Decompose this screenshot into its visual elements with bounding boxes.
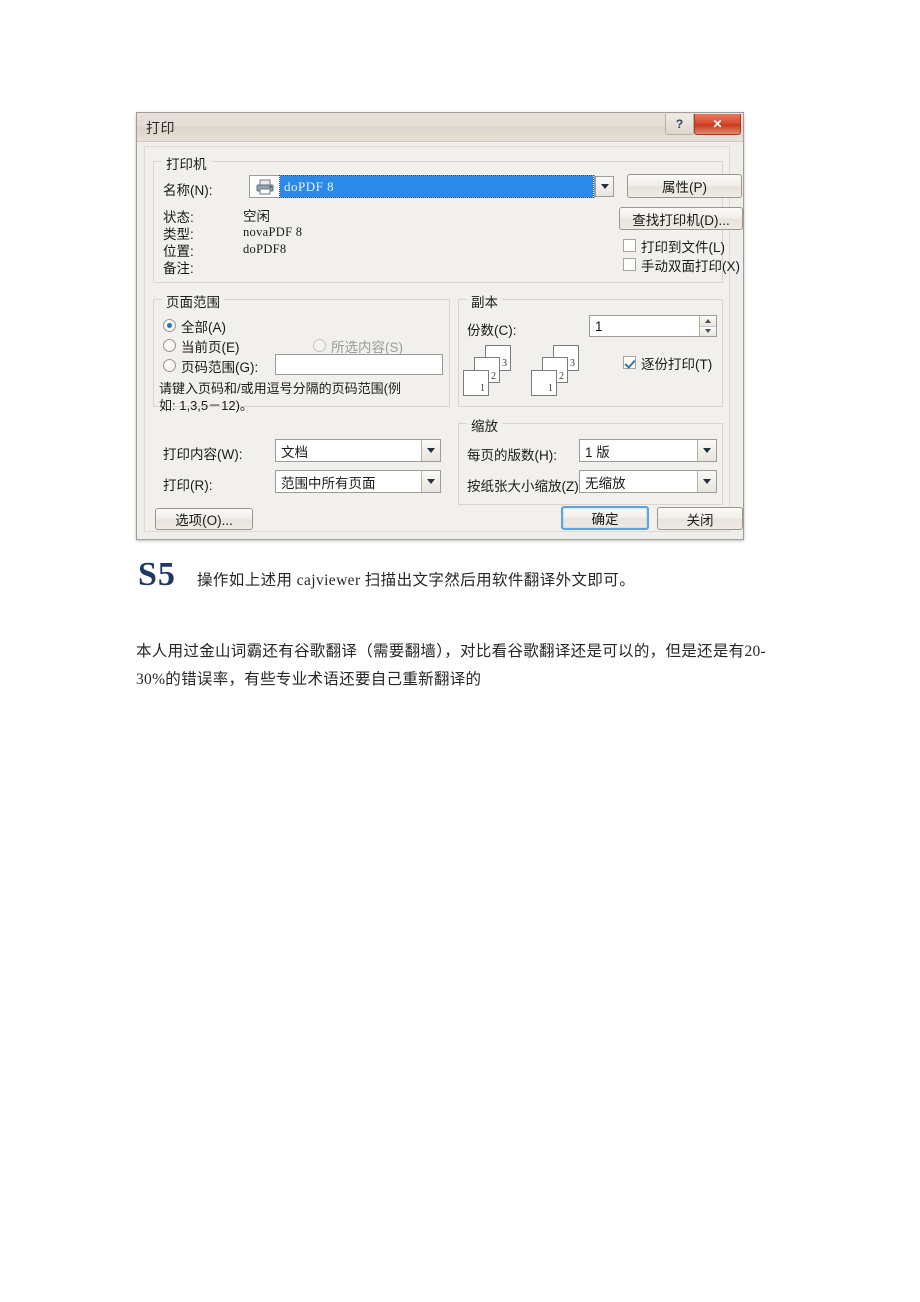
options-button[interactable]: 选项(O)... bbox=[155, 508, 253, 530]
copies-count-value: 1 bbox=[595, 318, 603, 334]
copies-spin-buttons[interactable] bbox=[699, 316, 716, 336]
printer-comment-label: 备注: bbox=[163, 261, 194, 276]
print-content-dropdown-arrow[interactable] bbox=[421, 440, 440, 461]
chevron-down-icon bbox=[427, 479, 435, 484]
print-to-file-label: 打印到文件(L) bbox=[641, 240, 725, 255]
dialog-titlebar[interactable]: 打印 ? ✕ bbox=[137, 113, 743, 142]
chevron-down-icon bbox=[600, 184, 609, 189]
scale-to-paper-value: 无缩放 bbox=[585, 475, 626, 491]
page-number-1: 1 bbox=[480, 383, 485, 394]
print-dialog: 打印 ? ✕ 打印机 名称(N): doPDF 8 属性(P) 查找打印机(D)… bbox=[136, 112, 744, 540]
collate-illustration-2: 3 2 1 bbox=[531, 345, 581, 399]
collate-checkbox[interactable] bbox=[623, 356, 636, 369]
page-sheet bbox=[463, 370, 489, 396]
dialog-inner-frame: 打印机 名称(N): doPDF 8 属性(P) 查找打印机(D)... 状态:… bbox=[144, 146, 743, 532]
page-number-2: 2 bbox=[491, 371, 496, 382]
spin-up-button[interactable] bbox=[700, 316, 716, 327]
printer-name-combo[interactable]: doPDF 8 bbox=[249, 175, 595, 198]
print-range-dropdown-arrow[interactable] bbox=[421, 471, 440, 492]
pages-per-sheet-dropdown-arrow[interactable] bbox=[697, 440, 716, 461]
page-range-group-legend: 页面范围 bbox=[162, 291, 224, 311]
collate-illustration-1: 3 2 1 bbox=[463, 345, 513, 399]
step-description: 操作如上述用 cajviewer 扫描出文字然后用软件翻译外文即可。 bbox=[197, 572, 636, 589]
scale-to-paper-label: 按纸张大小缩放(Z): bbox=[467, 479, 583, 494]
zoom-group-legend: 缩放 bbox=[467, 415, 502, 435]
window-controls: ? ✕ bbox=[665, 114, 741, 136]
page-range-hint-line2: 如: 1,3,5－12)。 bbox=[159, 398, 253, 413]
collate-label: 逐份打印(T) bbox=[641, 357, 713, 372]
printer-properties-button[interactable]: 属性(P) bbox=[627, 174, 742, 198]
print-range-label: 打印(R): bbox=[163, 478, 213, 493]
dialog-title: 打印 bbox=[146, 120, 175, 136]
scale-to-paper-combo[interactable]: 无缩放 bbox=[579, 470, 717, 493]
close-icon[interactable]: ✕ bbox=[694, 114, 741, 135]
print-content-label: 打印内容(W): bbox=[163, 447, 243, 462]
copies-group-legend: 副本 bbox=[467, 291, 502, 311]
scale-to-paper-dropdown-arrow[interactable] bbox=[697, 471, 716, 492]
printer-type-value: novaPDF 8 bbox=[243, 225, 303, 239]
page-number-1: 1 bbox=[548, 383, 553, 394]
print-to-file-checkbox[interactable] bbox=[623, 239, 636, 252]
copies-count-label: 份数(C): bbox=[467, 323, 517, 338]
triangle-up-icon bbox=[705, 318, 711, 323]
radio-page-range[interactable] bbox=[163, 359, 176, 372]
radio-current-page[interactable] bbox=[163, 339, 176, 352]
print-content-value: 文档 bbox=[281, 444, 308, 460]
pages-per-sheet-value: 1 版 bbox=[585, 444, 610, 460]
page-number-3: 3 bbox=[570, 358, 575, 369]
spin-down-button[interactable] bbox=[700, 326, 716, 336]
copies-count-spinner[interactable]: 1 bbox=[589, 315, 717, 337]
ok-button[interactable]: 确定 bbox=[561, 506, 649, 530]
radio-current-page-label: 当前页(E) bbox=[181, 340, 240, 355]
find-printer-button[interactable]: 查找打印机(D)... bbox=[619, 207, 743, 230]
printer-name-label: 名称(N): bbox=[163, 183, 213, 198]
radio-page-range-label: 页码范围(G): bbox=[181, 360, 259, 375]
printer-status-value: 空闲 bbox=[243, 209, 270, 224]
chevron-down-icon bbox=[703, 448, 711, 453]
printer-name-value: doPDF 8 bbox=[279, 175, 594, 198]
print-content-combo[interactable]: 文档 bbox=[275, 439, 441, 462]
print-range-value: 范围中所有页面 bbox=[281, 475, 376, 491]
page-number-2: 2 bbox=[559, 371, 564, 382]
chevron-down-icon bbox=[427, 448, 435, 453]
triangle-down-icon bbox=[705, 329, 711, 334]
pages-per-sheet-combo[interactable]: 1 版 bbox=[579, 439, 717, 462]
body-paragraph: 本人用过金山词霸还有谷歌翻译（需要翻墙），对比看谷歌翻译还是可以的，但是还是有2… bbox=[136, 643, 767, 688]
manual-duplex-checkbox[interactable] bbox=[623, 258, 636, 271]
step-marker: S5 bbox=[138, 556, 176, 593]
page-number-3: 3 bbox=[502, 358, 507, 369]
dialog-body: 打印机 名称(N): doPDF 8 属性(P) 查找打印机(D)... 状态:… bbox=[137, 142, 743, 539]
radio-all-pages[interactable] bbox=[163, 319, 176, 332]
printer-group-legend: 打印机 bbox=[162, 153, 211, 173]
print-range-combo[interactable]: 范围中所有页面 bbox=[275, 470, 441, 493]
page-sheet bbox=[531, 370, 557, 396]
chevron-down-icon bbox=[703, 479, 711, 484]
manual-duplex-label: 手动双面打印(X) bbox=[641, 259, 740, 274]
page-range-input[interactable] bbox=[275, 354, 443, 375]
printer-location-value: doPDF8 bbox=[243, 242, 287, 256]
radio-selection bbox=[313, 339, 326, 352]
help-icon[interactable]: ? bbox=[665, 114, 694, 135]
printer-icon bbox=[250, 179, 280, 195]
radio-all-pages-label: 全部(A) bbox=[181, 320, 226, 335]
close-button[interactable]: 关闭 bbox=[657, 507, 743, 530]
printer-name-dropdown-arrow[interactable] bbox=[595, 176, 614, 197]
pages-per-sheet-label: 每页的版数(H): bbox=[467, 448, 557, 463]
radio-selection-label: 所选内容(S) bbox=[331, 340, 403, 355]
